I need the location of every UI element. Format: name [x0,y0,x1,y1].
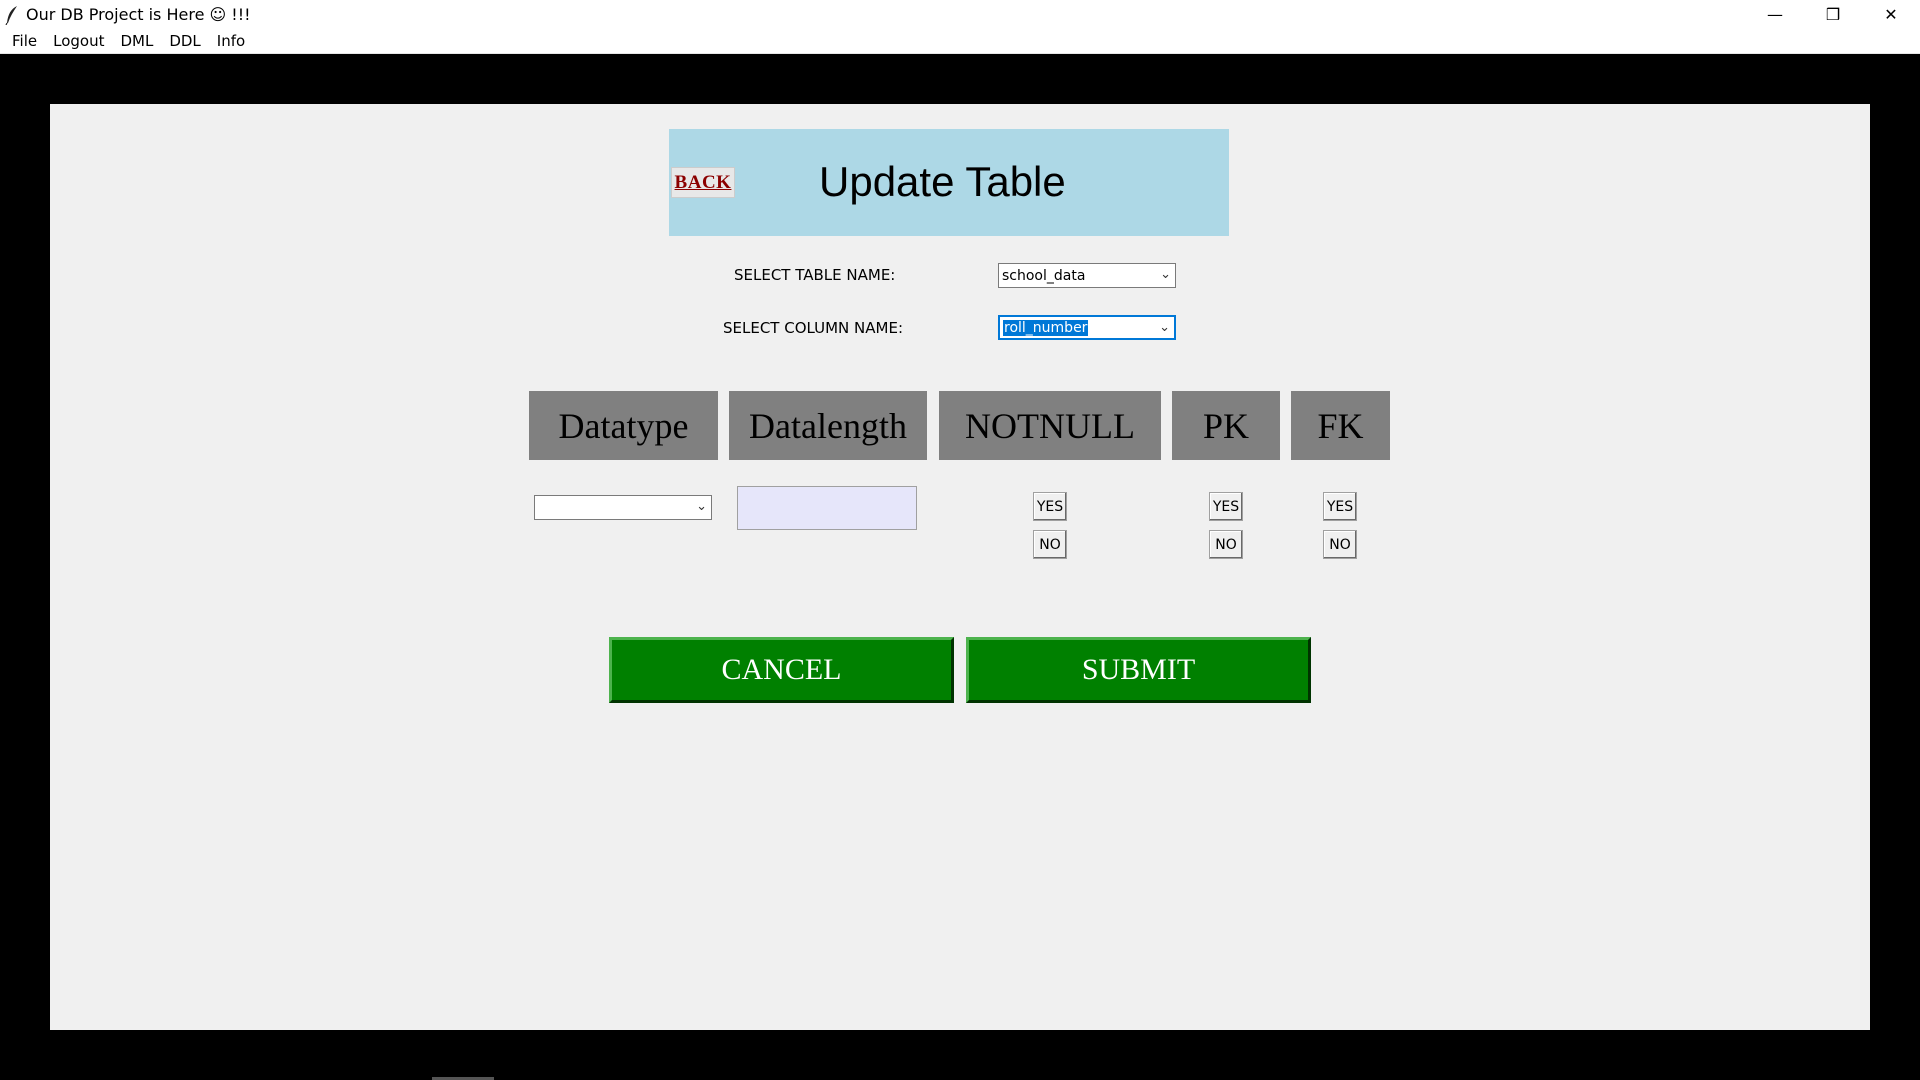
minimize-button[interactable]: — [1746,0,1804,29]
back-button[interactable]: BACK [671,167,735,198]
notnull-yes-button[interactable]: YES [1033,492,1067,521]
header-banner: BACK Update Table [669,129,1229,236]
window-title: Our DB Project is Here ☺ !!! [26,5,251,24]
column-name-label: SELECT COLUMN NAME: [723,319,903,337]
pk-yes-button[interactable]: YES [1209,492,1243,521]
pk-no-button[interactable]: NO [1209,530,1243,559]
column-name-select[interactable]: roll_number ⌄ [998,315,1176,340]
submit-button[interactable]: SUBMIT [966,637,1311,703]
menu-logout[interactable]: Logout [45,32,112,50]
datatype-select[interactable]: ⌄ [534,495,712,520]
cancel-button[interactable]: CANCEL [609,637,954,703]
page-title: Update Table [819,158,1066,205]
table-name-value: school_data [1002,267,1086,284]
chevron-down-icon[interactable]: ⌄ [1159,320,1170,335]
menu-dml[interactable]: DML [112,32,161,50]
restore-button[interactable]: ❒ [1804,0,1862,29]
fk-no-button[interactable]: NO [1323,530,1357,559]
table-name-label: SELECT TABLE NAME: [734,266,896,284]
main-panel: BACK Update Table SELECT TABLE NAME: sch… [50,104,1870,1030]
title-bar: Our DB Project is Here ☺ !!! — ❒ ✕ [0,0,1920,29]
pk-header: PK [1172,391,1280,460]
datalength-input[interactable] [737,486,917,530]
fk-yes-button[interactable]: YES [1323,492,1357,521]
close-button[interactable]: ✕ [1862,0,1920,29]
chevron-down-icon[interactable]: ⌄ [696,499,707,514]
menu-file[interactable]: File [4,32,45,50]
notnull-no-button[interactable]: NO [1033,530,1067,559]
menu-ddl[interactable]: DDL [161,32,208,50]
chevron-down-icon[interactable]: ⌄ [1160,267,1171,282]
table-name-select[interactable]: school_data ⌄ [998,263,1176,288]
feather-icon [0,0,24,29]
datatype-header: Datatype [529,391,718,460]
fk-header: FK [1291,391,1390,460]
column-name-value: roll_number [1003,319,1089,336]
notnull-header: NOTNULL [939,391,1161,460]
menu-bar: File Logout DML DDL Info [0,29,1920,54]
menu-info[interactable]: Info [209,32,253,50]
datalength-header: Datalength [729,391,927,460]
